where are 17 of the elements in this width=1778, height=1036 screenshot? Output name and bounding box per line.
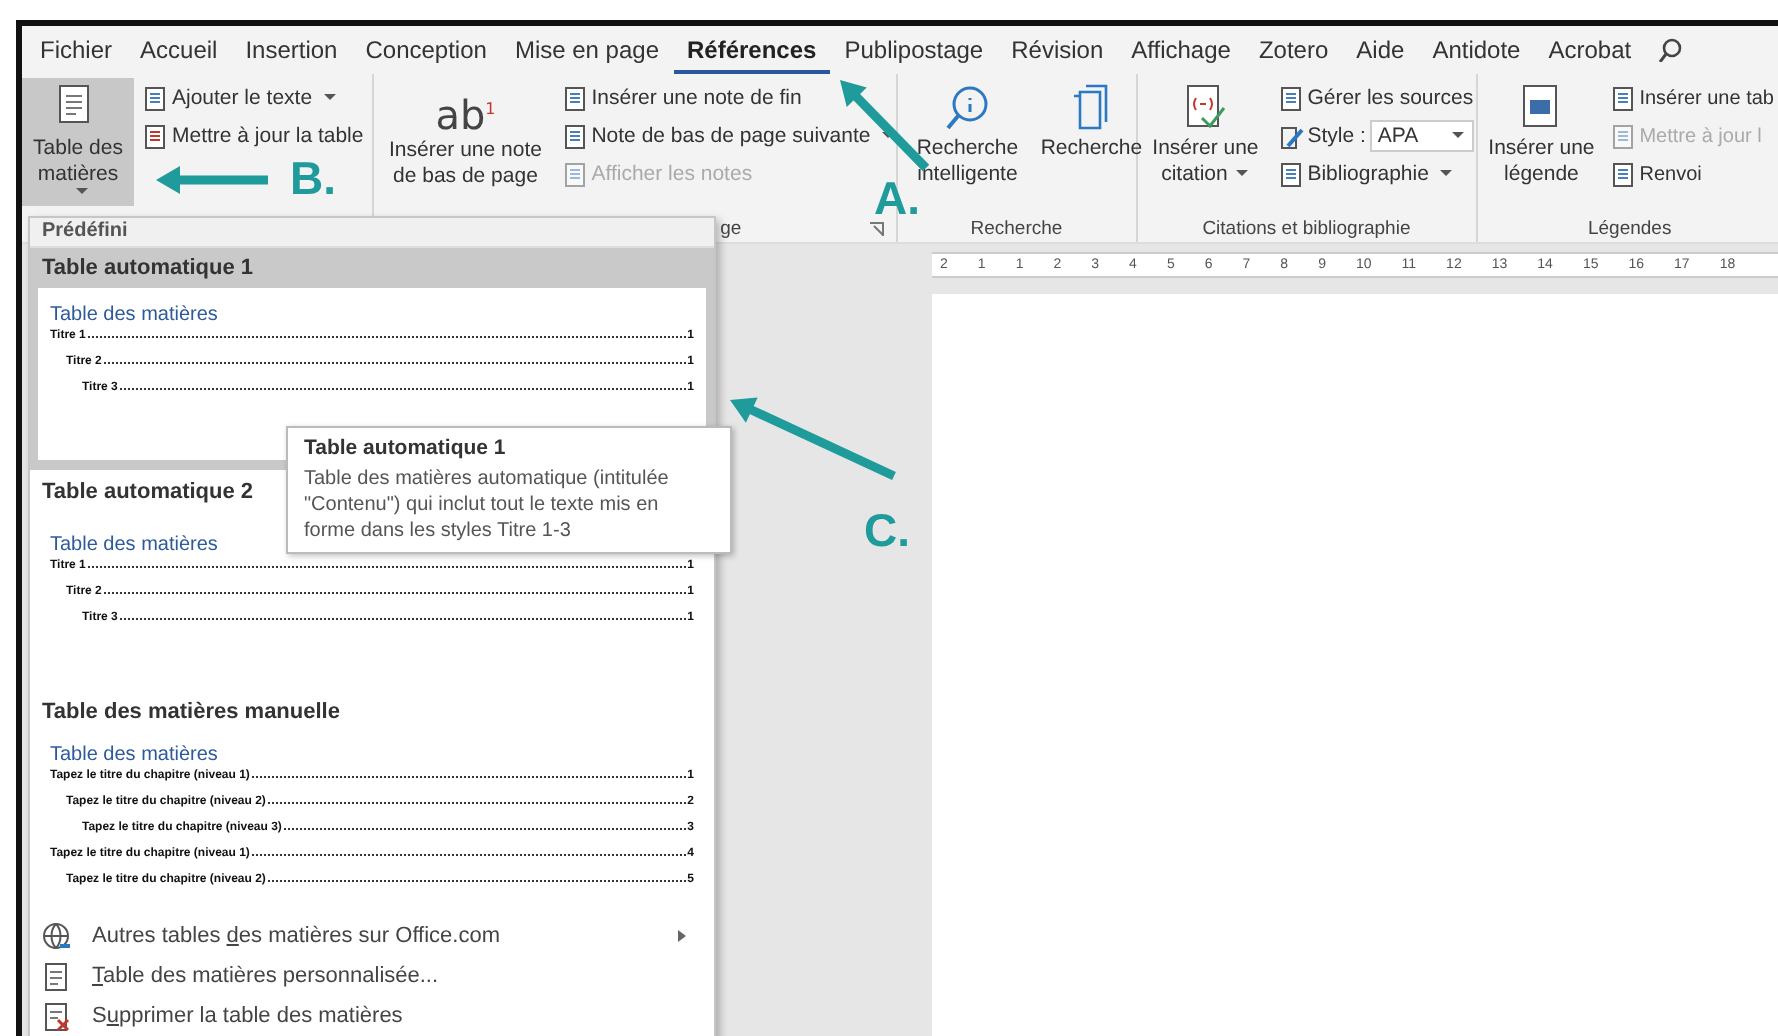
annotation-label: A. [874,176,920,222]
preview-heading: Table des matières [50,744,218,766]
group-label: ge [720,217,742,239]
gallery-title: Table automatique 1 [40,254,256,284]
group-label: Légendes [1587,217,1672,239]
gallery-title: Table des matières manuelle [40,698,342,728]
gallery-title: Table automatique 2 [40,478,256,508]
tooltip-title: Table automatique 1 [304,436,508,460]
menu-header: Prédéfini [30,218,714,248]
annotation-label: C. [864,508,910,554]
preview-heading: Table des matières [50,304,218,326]
group-label: Recherche [970,217,1063,239]
group-label: Citations et bibliographie [1202,217,1411,239]
tooltip-text: Table des matières automatique (intitulée "Contenu") qui inclut tout le texte mis en forme dans les styles Titre 1-3 [304,466,671,544]
annotation-label: B. [290,156,336,202]
style-label: Style : [1307,124,1366,148]
preview-heading: Table des matières [50,534,218,556]
